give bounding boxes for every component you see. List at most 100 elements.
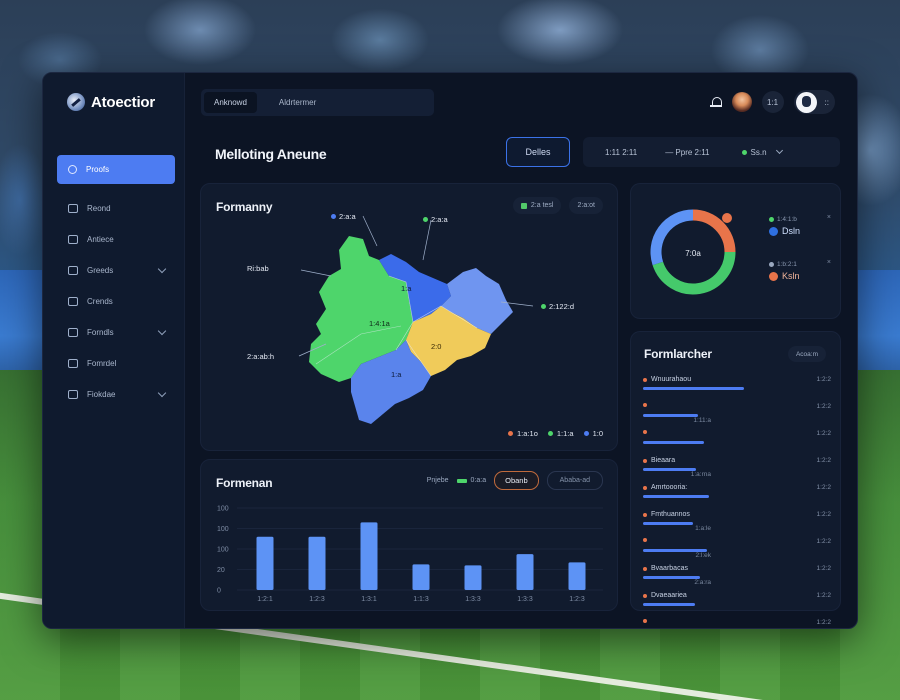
map-dot-icon [331, 214, 336, 219]
list-item[interactable]: 1:2:2 [643, 617, 831, 628]
legend-dot-icon [508, 431, 514, 436]
bar[interactable] [568, 562, 586, 590]
list-item[interactable]: Bieaara 1:2:2 1:a:rna [643, 455, 831, 482]
list-item[interactable]: Wnuurahaou 1:2:2 [643, 374, 831, 401]
map-label-5: 2:a:ab:h [247, 352, 274, 361]
list-item-progress [643, 495, 753, 498]
list-item-name-text: Bieaara [651, 457, 676, 464]
list-item-name: Dvaeaariea [643, 592, 687, 599]
list-dot-icon [643, 403, 647, 407]
list-item-name: Bvaarbacas [643, 565, 688, 572]
donut-legend-icon [769, 226, 778, 236]
legend-dot-icon [769, 217, 774, 222]
bar[interactable] [308, 536, 326, 590]
list-item-progress [643, 603, 753, 606]
list-item-progress-fill [643, 522, 693, 525]
list-item-name: Fmthuannos [643, 511, 690, 518]
live-filter[interactable]: Ss.n [741, 146, 783, 157]
map-dot-icon [541, 304, 546, 309]
map-label-7: 1:a [401, 284, 411, 293]
map-label-9-text: 1:a [391, 370, 402, 379]
list-card-title: Formlarcher [644, 347, 712, 361]
bar[interactable] [412, 564, 430, 590]
region-map [298, 215, 534, 424]
tab-anknowd[interactable]: Anknowd [204, 92, 257, 113]
sidebar-item-6[interactable]: Fomrdel [57, 349, 175, 378]
chevron-down-icon[interactable] [157, 264, 167, 274]
sidebar-item-label: Greeds [87, 266, 114, 275]
range-filter[interactable]: — Ppre 2:11 [665, 148, 709, 157]
donut-legend-item-1: 1:4:1:b × Dsln [769, 212, 833, 237]
sidebar-item-label: Fomrdel [87, 359, 117, 368]
y-tick-label: 0 [217, 588, 221, 595]
map-card: Formanny 2:a tesl 2:a:ot 2:a:a 2:a:a Ri:… [200, 183, 618, 451]
sidebar: Atoectior Proofs Reond Antiece Greeds Crends… [43, 73, 185, 628]
list-dot-icon [643, 430, 647, 434]
notification-pill[interactable]: 1:1 [761, 91, 784, 113]
bar-card: Formenan Pnjebe 0:a:a Obanb Ababa-ad 100… [200, 459, 618, 611]
donut-legend-icon [769, 271, 778, 281]
user-menu[interactable]: :: [793, 90, 835, 114]
bar-chart: 100 100 100 20 0 1:2:1 1:2:3 1:3:1 1:1:3 1:3:3 1:3… [217, 506, 603, 603]
chevron-down-icon[interactable] [157, 326, 167, 336]
nav-item-icon [68, 359, 78, 368]
close-icon[interactable]: × [827, 214, 831, 221]
x-tick-label: 1:1:3 [413, 596, 429, 603]
donut-legend-item-2: 1:b:2:1 × Ksln [769, 257, 833, 282]
map-legend: 1:a:1o 1:1:a 1:0 [508, 429, 603, 438]
list-item-value: 1:2:2 [816, 565, 831, 572]
map-label-1: 2:a:a [331, 212, 356, 221]
list: Wnuurahaou 1:2:2 1:2:2 1:11:a 1:2:2 Bieaara 1:… [643, 374, 831, 628]
list-item-name-text: Bvaarbacas [651, 565, 688, 572]
list-item[interactable]: Dvaeaariea 1:2:2 [643, 590, 831, 617]
delles-button[interactable]: Delles [506, 137, 570, 167]
range-filter-label: — Ppre 2:11 [665, 147, 710, 157]
list-card-action-button[interactable]: Acoa:m [787, 346, 826, 362]
donut-chart: 7:0a [650, 209, 736, 295]
live-filter-label: Ss.n [750, 147, 767, 157]
list-item-name-text: Dvaeaariea [651, 592, 687, 599]
sidebar-item-4[interactable]: Crends [57, 287, 175, 316]
list-item[interactable]: 1:2:2 [643, 428, 831, 455]
map-legend-item-1: 1:a:1o [508, 429, 538, 438]
date-filter[interactable]: 1:11 2:11 [605, 148, 637, 157]
avatar[interactable] [731, 92, 752, 112]
map-label-6-text: 1:4:1a [369, 319, 390, 328]
sidebar-item-7[interactable]: Fiokdae [57, 380, 175, 409]
bell-icon[interactable] [709, 96, 722, 108]
map-legend-1-text: 1:a:1o [517, 429, 538, 438]
x-tick-label: 1:3:1 [361, 596, 377, 603]
brand[interactable]: Atoectior [67, 93, 155, 111]
nav-item-icon [68, 328, 78, 337]
sidebar-item-1[interactable]: Reond [57, 194, 175, 223]
chevron-down-icon[interactable] [157, 388, 167, 398]
list-item-value: 1:2:2 [816, 403, 831, 410]
list-item[interactable]: Bvaarbacas 1:2:2 2:a:ra [643, 563, 831, 590]
list-item[interactable]: 1:2:2 1:11:a [643, 401, 831, 428]
sidebar-item-2[interactable]: Antiece [57, 225, 175, 254]
tab-aldrtermer[interactable]: Aldrtermer [269, 92, 326, 113]
nav-item-icon [68, 266, 78, 275]
nav-item-icon [68, 165, 77, 174]
list-item-progress-fill [643, 468, 696, 471]
sidebar-item-label: Forndls [87, 328, 114, 337]
list-item-progress [643, 387, 753, 390]
sidebar-item-0[interactable]: Proofs [57, 155, 175, 184]
donut-legend-value-2-text: Ksln [782, 271, 800, 281]
bar[interactable] [516, 554, 534, 590]
sidebar-item-5[interactable]: Forndls [57, 318, 175, 347]
list-item-value: 1:2:2 [816, 457, 831, 464]
sidebar-item-label: Reond [87, 204, 111, 213]
bar[interactable] [360, 522, 378, 590]
list-item[interactable]: Fmthuannos 1:2:2 1:a:le [643, 509, 831, 536]
list-dot-icon [643, 619, 647, 623]
bar[interactable] [256, 536, 274, 590]
list-item[interactable]: Amrtoooria: 1:2:2 [643, 482, 831, 509]
bar[interactable] [464, 565, 482, 590]
list-item-name: Amrtoooria: [643, 484, 687, 491]
sidebar-item-3[interactable]: Greeds [57, 256, 175, 285]
close-icon[interactable]: × [827, 259, 831, 266]
list-item-progress-fill [643, 495, 709, 498]
list-item[interactable]: 1:2:2 2:l:ek [643, 536, 831, 563]
map-legend-item-3: 1:0 [583, 429, 603, 438]
